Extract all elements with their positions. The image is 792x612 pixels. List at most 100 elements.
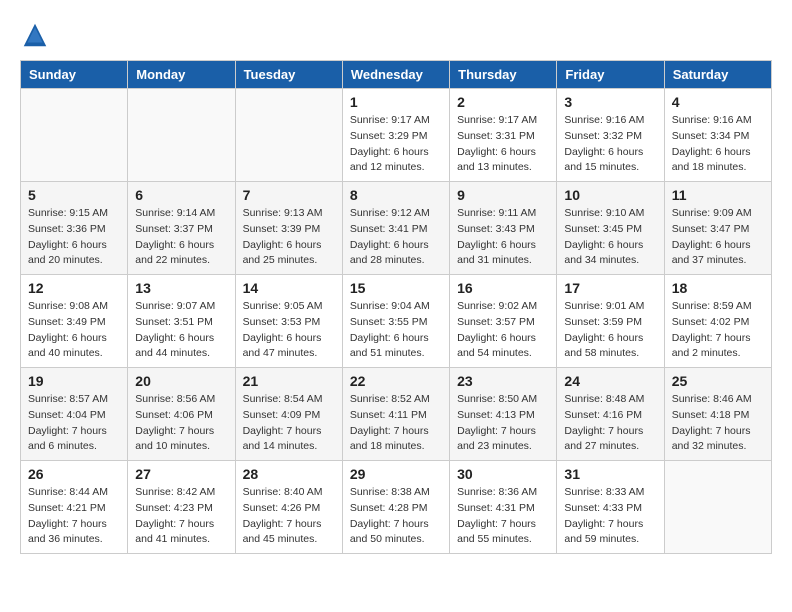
week-row: 19 Sunrise: 8:57 AM Sunset: 4:04 PM Dayli…: [21, 368, 772, 461]
day-number: 28: [243, 466, 335, 482]
day-header-thursday: Thursday: [450, 61, 557, 89]
calendar-cell: 3 Sunrise: 9:16 AM Sunset: 3:32 PM Daylig…: [557, 89, 664, 182]
day-number: 18: [672, 280, 764, 296]
day-number: 25: [672, 373, 764, 389]
day-header-sunday: Sunday: [21, 61, 128, 89]
day-info: Sunrise: 8:50 AM Sunset: 4:13 PM Dayligh…: [457, 392, 549, 455]
day-number: 29: [350, 466, 442, 482]
calendar-cell: 21 Sunrise: 8:54 AM Sunset: 4:09 PM Dayli…: [235, 368, 342, 461]
day-info: Sunrise: 9:14 AM Sunset: 3:37 PM Dayligh…: [135, 206, 227, 269]
day-info: Sunrise: 8:57 AM Sunset: 4:04 PM Dayligh…: [28, 392, 120, 455]
calendar-cell: 29 Sunrise: 8:38 AM Sunset: 4:28 PM Dayli…: [342, 461, 449, 554]
day-number: 1: [350, 94, 442, 110]
day-info: Sunrise: 9:05 AM Sunset: 3:53 PM Dayligh…: [243, 299, 335, 362]
calendar-cell: 26 Sunrise: 8:44 AM Sunset: 4:21 PM Dayli…: [21, 461, 128, 554]
day-number: 10: [564, 187, 656, 203]
day-info: Sunrise: 8:44 AM Sunset: 4:21 PM Dayligh…: [28, 485, 120, 548]
calendar-cell: 17Sunrise: 9:01 AM Sunset: 3:59 PM Dayli…: [557, 275, 664, 368]
calendar-cell: 27 Sunrise: 8:42 AM Sunset: 4:23 PM Dayli…: [128, 461, 235, 554]
day-info: Sunrise: 8:46 AM Sunset: 4:18 PM Dayligh…: [672, 392, 764, 455]
day-info: Sunrise: 8:52 AM Sunset: 4:11 PM Dayligh…: [350, 392, 442, 455]
calendar-cell: 24Sunrise: 8:48 AM Sunset: 4:16 PM Dayli…: [557, 368, 664, 461]
day-number: 5: [28, 187, 120, 203]
calendar-cell: 20 Sunrise: 8:56 AM Sunset: 4:06 PM Dayli…: [128, 368, 235, 461]
day-number: 19: [28, 373, 120, 389]
day-info: Sunrise: 8:40 AM Sunset: 4:26 PM Dayligh…: [243, 485, 335, 548]
day-number: 31: [564, 466, 656, 482]
day-number: 13: [135, 280, 227, 296]
day-info: Sunrise: 9:16 AM Sunset: 3:32 PM Dayligh…: [564, 113, 656, 176]
calendar-cell: [235, 89, 342, 182]
week-row: 5 Sunrise: 9:15 AM Sunset: 3:36 PM Daylig…: [21, 182, 772, 275]
day-info: Sunrise: 8:33 AM Sunset: 4:33 PM Dayligh…: [564, 485, 656, 548]
calendar-cell: 11 Sunrise: 9:09 AM Sunset: 3:47 PM Dayli…: [664, 182, 771, 275]
day-info: Sunrise: 8:38 AM Sunset: 4:28 PM Dayligh…: [350, 485, 442, 548]
day-info: Sunrise: 9:09 AM Sunset: 3:47 PM Dayligh…: [672, 206, 764, 269]
calendar-cell: 15 Sunrise: 9:04 AM Sunset: 3:55 PM Dayli…: [342, 275, 449, 368]
week-row: 26 Sunrise: 8:44 AM Sunset: 4:21 PM Dayli…: [21, 461, 772, 554]
day-header-wednesday: Wednesday: [342, 61, 449, 89]
header-row: SundayMondayTuesdayWednesdayThursdayFrid…: [21, 61, 772, 89]
day-info: Sunrise: 9:17 AM Sunset: 3:31 PM Dayligh…: [457, 113, 549, 176]
day-info: Sunrise: 9:12 AM Sunset: 3:41 PM Dayligh…: [350, 206, 442, 269]
day-number: 26: [28, 466, 120, 482]
day-number: 11: [672, 187, 764, 203]
day-info: Sunrise: 8:36 AM Sunset: 4:31 PM Dayligh…: [457, 485, 549, 548]
calendar-cell: 22Sunrise: 8:52 AM Sunset: 4:11 PM Dayli…: [342, 368, 449, 461]
day-number: 6: [135, 187, 227, 203]
calendar-cell: 19 Sunrise: 8:57 AM Sunset: 4:04 PM Dayli…: [21, 368, 128, 461]
day-info: Sunrise: 9:10 AM Sunset: 3:45 PM Dayligh…: [564, 206, 656, 269]
calendar-cell: 9Sunrise: 9:11 AM Sunset: 3:43 PM Daylig…: [450, 182, 557, 275]
logo-icon: [20, 20, 50, 50]
logo: [20, 20, 54, 50]
day-header-friday: Friday: [557, 61, 664, 89]
calendar-cell: 30 Sunrise: 8:36 AM Sunset: 4:31 PM Dayli…: [450, 461, 557, 554]
day-info: Sunrise: 9:11 AM Sunset: 3:43 PM Dayligh…: [457, 206, 549, 269]
calendar-cell: 12Sunrise: 9:08 AM Sunset: 3:49 PM Dayli…: [21, 275, 128, 368]
calendar-cell: 18 Sunrise: 8:59 AM Sunset: 4:02 PM Dayli…: [664, 275, 771, 368]
day-number: 15: [350, 280, 442, 296]
calendar-cell: [21, 89, 128, 182]
day-number: 21: [243, 373, 335, 389]
day-header-saturday: Saturday: [664, 61, 771, 89]
day-number: 30: [457, 466, 549, 482]
calendar-table: SundayMondayTuesdayWednesdayThursdayFrid…: [20, 60, 772, 554]
calendar-cell: 23Sunrise: 8:50 AM Sunset: 4:13 PM Dayli…: [450, 368, 557, 461]
day-info: Sunrise: 9:07 AM Sunset: 3:51 PM Dayligh…: [135, 299, 227, 362]
day-number: 24: [564, 373, 656, 389]
day-info: Sunrise: 9:15 AM Sunset: 3:36 PM Dayligh…: [28, 206, 120, 269]
calendar-cell: 6 Sunrise: 9:14 AM Sunset: 3:37 PM Daylig…: [128, 182, 235, 275]
week-row: 12Sunrise: 9:08 AM Sunset: 3:49 PM Dayli…: [21, 275, 772, 368]
calendar-cell: 5 Sunrise: 9:15 AM Sunset: 3:36 PM Daylig…: [21, 182, 128, 275]
calendar-cell: 13 Sunrise: 9:07 AM Sunset: 3:51 PM Dayli…: [128, 275, 235, 368]
day-info: Sunrise: 8:56 AM Sunset: 4:06 PM Dayligh…: [135, 392, 227, 455]
day-info: Sunrise: 9:08 AM Sunset: 3:49 PM Dayligh…: [28, 299, 120, 362]
day-number: 14: [243, 280, 335, 296]
day-info: Sunrise: 9:02 AM Sunset: 3:57 PM Dayligh…: [457, 299, 549, 362]
day-info: Sunrise: 8:59 AM Sunset: 4:02 PM Dayligh…: [672, 299, 764, 362]
day-info: Sunrise: 8:54 AM Sunset: 4:09 PM Dayligh…: [243, 392, 335, 455]
day-info: Sunrise: 9:16 AM Sunset: 3:34 PM Dayligh…: [672, 113, 764, 176]
calendar-cell: 1 Sunrise: 9:17 AM Sunset: 3:29 PM Daylig…: [342, 89, 449, 182]
calendar-cell: 16Sunrise: 9:02 AM Sunset: 3:57 PM Dayli…: [450, 275, 557, 368]
calendar-cell: 14 Sunrise: 9:05 AM Sunset: 3:53 PM Dayli…: [235, 275, 342, 368]
page-header: [20, 20, 772, 50]
day-number: 7: [243, 187, 335, 203]
calendar-cell: 28 Sunrise: 8:40 AM Sunset: 4:26 PM Dayli…: [235, 461, 342, 554]
day-number: 20: [135, 373, 227, 389]
day-number: 3: [564, 94, 656, 110]
day-number: 4: [672, 94, 764, 110]
calendar-cell: 2 Sunrise: 9:17 AM Sunset: 3:31 PM Daylig…: [450, 89, 557, 182]
calendar-cell: 31 Sunrise: 8:33 AM Sunset: 4:33 PM Dayli…: [557, 461, 664, 554]
calendar-cell: 10 Sunrise: 9:10 AM Sunset: 3:45 PM Dayli…: [557, 182, 664, 275]
day-info: Sunrise: 9:04 AM Sunset: 3:55 PM Dayligh…: [350, 299, 442, 362]
day-header-tuesday: Tuesday: [235, 61, 342, 89]
day-info: Sunrise: 9:17 AM Sunset: 3:29 PM Dayligh…: [350, 113, 442, 176]
day-info: Sunrise: 9:01 AM Sunset: 3:59 PM Dayligh…: [564, 299, 656, 362]
calendar-cell: 7Sunrise: 9:13 AM Sunset: 3:39 PM Daylig…: [235, 182, 342, 275]
day-number: 2: [457, 94, 549, 110]
day-info: Sunrise: 8:42 AM Sunset: 4:23 PM Dayligh…: [135, 485, 227, 548]
week-row: 1 Sunrise: 9:17 AM Sunset: 3:29 PM Daylig…: [21, 89, 772, 182]
day-number: 27: [135, 466, 227, 482]
calendar-cell: [664, 461, 771, 554]
